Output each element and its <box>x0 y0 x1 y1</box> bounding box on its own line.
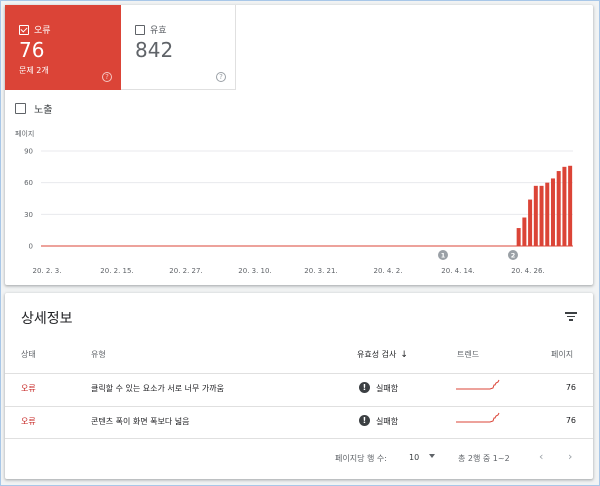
column-header-status[interactable]: 상태 <box>21 349 36 360</box>
error-metric-tile[interactable]: 오류 76 문제 2개 ? <box>5 5 121 90</box>
checkbox-checked-icon[interactable] <box>19 24 29 35</box>
chart-bar <box>550 178 555 246</box>
error-count: 76 <box>19 38 45 62</box>
error-label: 오류 <box>34 26 51 36</box>
column-header-validation[interactable]: 유효성 검사 ↓ <box>357 349 408 360</box>
impressions-toggle[interactable]: 노출 <box>15 101 52 116</box>
y-tick-label: 90 <box>24 148 33 156</box>
row-type: 콘텐츠 폭이 화면 폭보다 넓음 <box>91 417 190 426</box>
chart-bar <box>533 185 538 246</box>
coverage-overview-card: 오류 76 문제 2개 ? 유효 842 ? 노출 페이지 0 30 60 90 20.… <box>5 5 593 285</box>
prev-page-icon[interactable]: ‹ <box>539 450 543 463</box>
chart-bar <box>539 185 544 246</box>
filter-icon[interactable] <box>565 311 577 321</box>
error-issues: 문제 2개 <box>19 66 49 75</box>
valid-label: 유효 <box>150 26 167 36</box>
annotation-marker-label: 1 <box>441 252 446 260</box>
x-tick-label: 20. 3. 21. <box>304 267 337 275</box>
next-page-icon[interactable]: › <box>568 450 572 463</box>
row-status: 오류 <box>21 384 36 393</box>
row-status: 오류 <box>21 417 36 426</box>
y-tick-label: 0 <box>29 243 33 251</box>
divider <box>5 373 593 374</box>
row-validation: 실패함 <box>376 417 399 426</box>
column-header-type[interactable]: 유형 <box>91 349 106 360</box>
chart-bar <box>562 166 567 246</box>
divider <box>5 438 593 439</box>
x-tick-label: 20. 4. 26. <box>511 267 544 275</box>
rows-per-page-label: 페이지당 행 수: <box>335 454 387 463</box>
chart-bar <box>568 165 573 246</box>
x-tick-label: 20. 4. 14. <box>441 267 474 275</box>
trend-sparkline <box>456 412 500 423</box>
impressions-label: 노출 <box>34 105 53 116</box>
alert-icon: ! <box>359 415 370 426</box>
chart-bar <box>516 228 521 246</box>
y-tick-label: 60 <box>24 179 33 187</box>
alert-icon: ! <box>359 382 370 393</box>
divider <box>5 406 593 407</box>
dropdown-arrow-icon[interactable] <box>429 454 435 458</box>
row-type: 클릭할 수 있는 요소가 서로 너무 가까움 <box>91 384 225 393</box>
section-title: 상세정보 <box>21 311 73 327</box>
x-tick-label: 20. 2. 27. <box>169 267 202 275</box>
x-tick-label: 20. 2. 15. <box>100 267 133 275</box>
valid-metric-tile[interactable]: 유효 842 ? <box>121 5 236 90</box>
help-icon[interactable]: ? <box>216 72 226 82</box>
column-header-validation-label: 유효성 검사 <box>357 350 397 359</box>
row-pages: 76 <box>565 416 576 425</box>
chart-bar <box>545 182 550 246</box>
checkbox-unchecked-icon[interactable] <box>15 103 26 114</box>
trend-sparkline <box>456 379 500 390</box>
row-validation: 실패함 <box>376 384 399 393</box>
coverage-bar-chart: 0 30 60 90 20. 2. 3. 20. 2. 15. 20. 2. 27. 20. … <box>24 148 573 275</box>
help-icon[interactable]: ? <box>102 72 112 82</box>
column-header-pages[interactable]: 페이지 <box>551 349 573 360</box>
x-tick-label: 20. 3. 10. <box>238 267 271 275</box>
annotation-marker-label: 2 <box>511 252 516 260</box>
row-pages: 76 <box>565 383 576 392</box>
y-tick-label: 30 <box>24 211 33 219</box>
sort-down-icon[interactable]: ↓ <box>400 350 408 360</box>
chart-bar <box>528 199 533 246</box>
chart-bar <box>556 171 561 246</box>
rows-per-page-select[interactable]: 10 <box>409 453 419 462</box>
checkbox-unchecked-icon[interactable] <box>135 24 145 35</box>
x-tick-label: 20. 2. 3. <box>33 267 62 275</box>
details-card: 상세정보 상태 유형 유효성 검사 ↓ 트렌드 페이지 오류 클릭할 수 있는 요… <box>5 293 593 479</box>
column-header-trend[interactable]: 트렌드 <box>457 349 479 360</box>
x-tick-label: 20. 4. 2. <box>374 267 403 275</box>
pagination-range: 총 2행 중 1~2 <box>458 454 510 463</box>
chart-bar <box>522 217 527 246</box>
valid-count: 842 <box>135 38 174 62</box>
